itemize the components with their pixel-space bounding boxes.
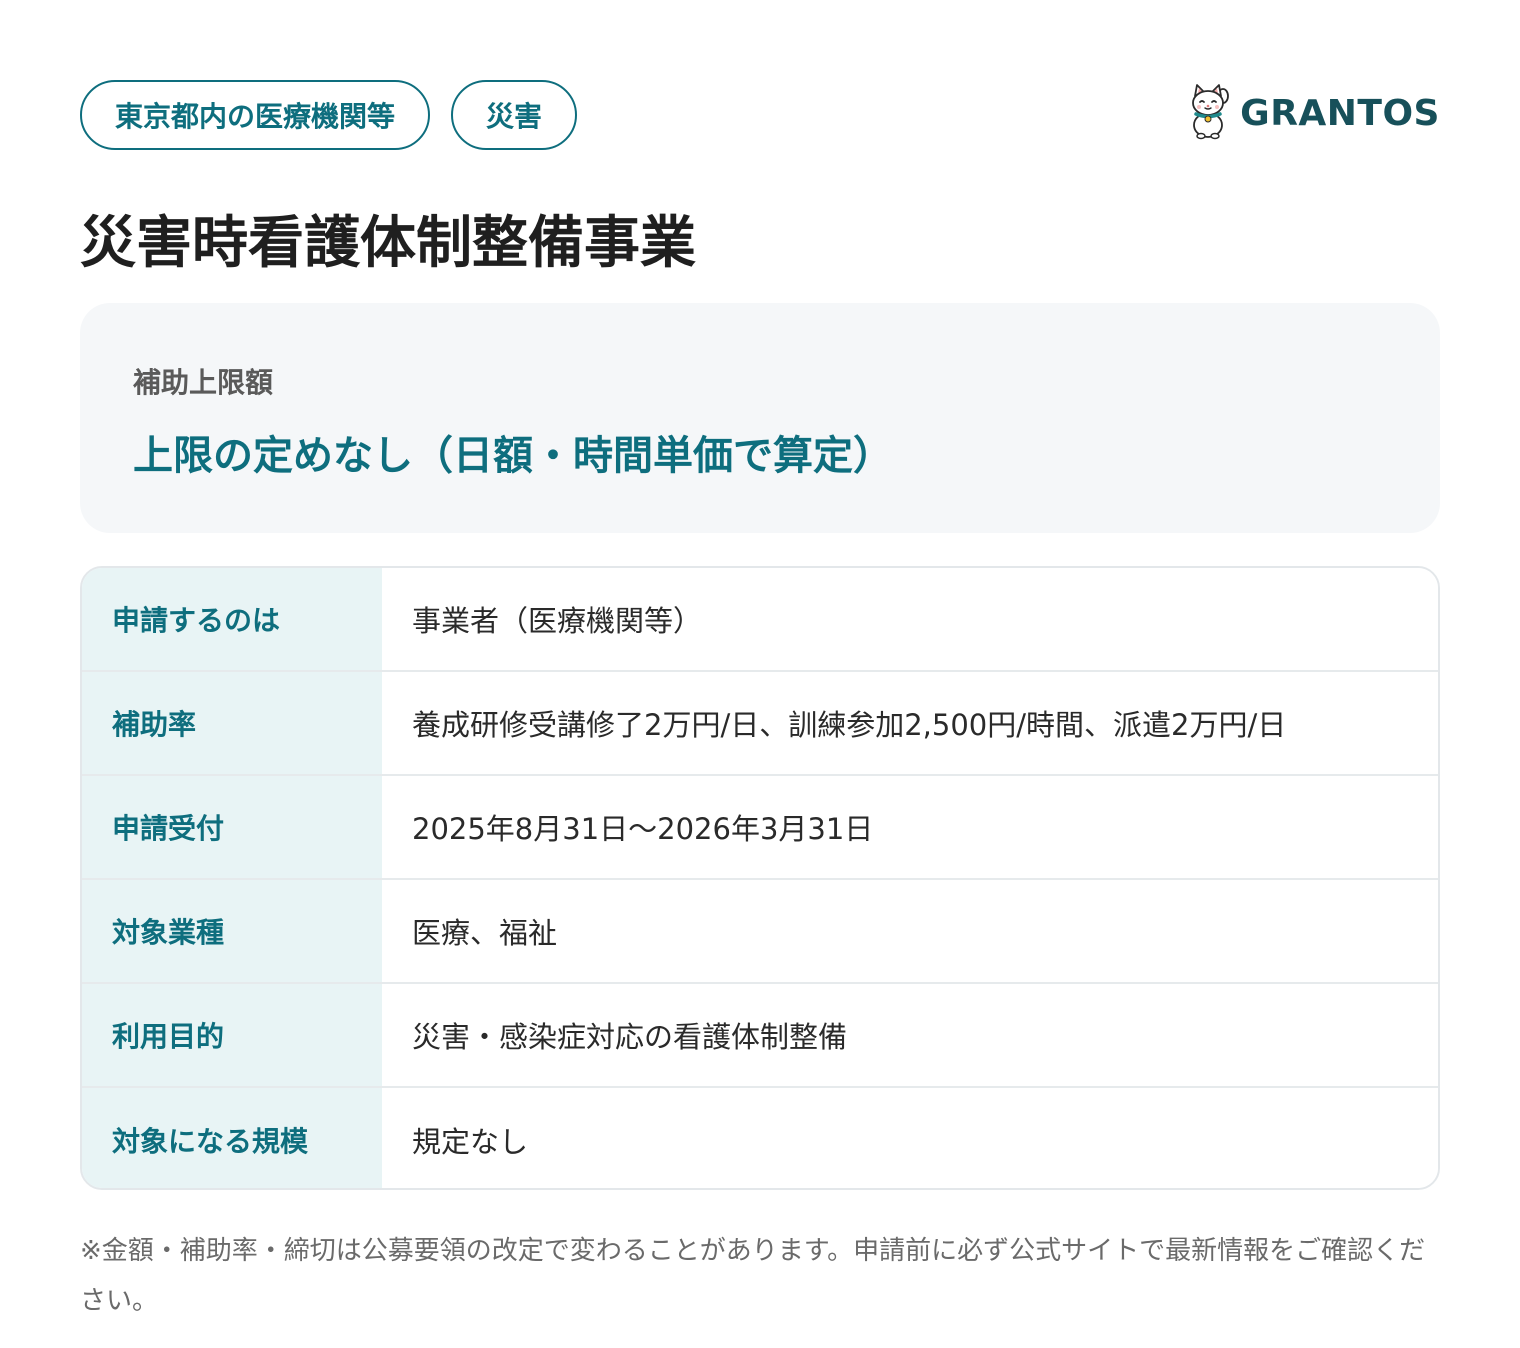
table-row: 対象になる規模 規定なし <box>82 1088 1438 1188</box>
maneki-neko-cat-icon <box>1188 82 1232 144</box>
table-row: 補助率 養成研修受講修了2万円/日、訓練参加2,500円/時間、派遣2万円/日 <box>82 672 1438 776</box>
subsidy-limit-box: 補助上限額 上限の定めなし（日額・時間単価で算定） <box>80 303 1440 533</box>
row-label: 利用目的 <box>82 984 382 1086</box>
row-value: 災害・感染症対応の看護体制整備 <box>382 984 1438 1086</box>
grantos-logo[interactable]: GRANTOS <box>1188 82 1440 144</box>
row-value: 医療、福祉 <box>382 880 1438 982</box>
grant-card: 東京都内の医療機関等 災害 GRANTOS 災害時看護体制整備事業 補助上限額 … <box>0 0 1520 1348</box>
row-label: 対象になる規模 <box>82 1088 382 1188</box>
row-label: 補助率 <box>82 672 382 774</box>
info-table: 申請するのは 事業者（医療機関等） 補助率 養成研修受講修了2万円/日、訓練参加… <box>80 566 1440 1190</box>
row-value: 2025年8月31日〜2026年3月31日 <box>382 776 1438 878</box>
row-value: 規定なし <box>382 1088 1438 1188</box>
table-row: 対象業種 医療、福祉 <box>82 880 1438 984</box>
tag-list: 東京都内の医療機関等 災害 <box>80 80 578 150</box>
disclaimer-note: ※金額・補助率・締切は公募要領の改定で変わることがあります。申請前に必ず公式サイ… <box>80 1236 1426 1316</box>
row-value: 養成研修受講修了2万円/日、訓練参加2,500円/時間、派遣2万円/日 <box>382 672 1438 774</box>
subsidy-limit-label: 補助上限額 <box>133 366 274 399</box>
table-row: 申請するのは 事業者（医療機関等） <box>82 568 1438 672</box>
table-row: 利用目的 災害・感染症対応の看護体制整備 <box>82 984 1438 1088</box>
row-label: 申請するのは <box>82 568 382 670</box>
table-row: 申請受付 2025年8月31日〜2026年3月31日 <box>82 776 1438 880</box>
tag-region[interactable]: 東京都内の医療機関等 <box>80 80 431 150</box>
tag-category[interactable]: 災害 <box>451 80 578 150</box>
row-label: 申請受付 <box>82 776 382 878</box>
row-value: 事業者（医療機関等） <box>382 568 1438 670</box>
page-title: 災害時看護体制整備事業 <box>80 211 696 276</box>
row-label: 対象業種 <box>82 880 382 982</box>
logo-wordmark: GRANTOS <box>1240 92 1440 134</box>
subsidy-limit-value: 上限の定めなし（日額・時間単価で算定） <box>133 433 893 479</box>
